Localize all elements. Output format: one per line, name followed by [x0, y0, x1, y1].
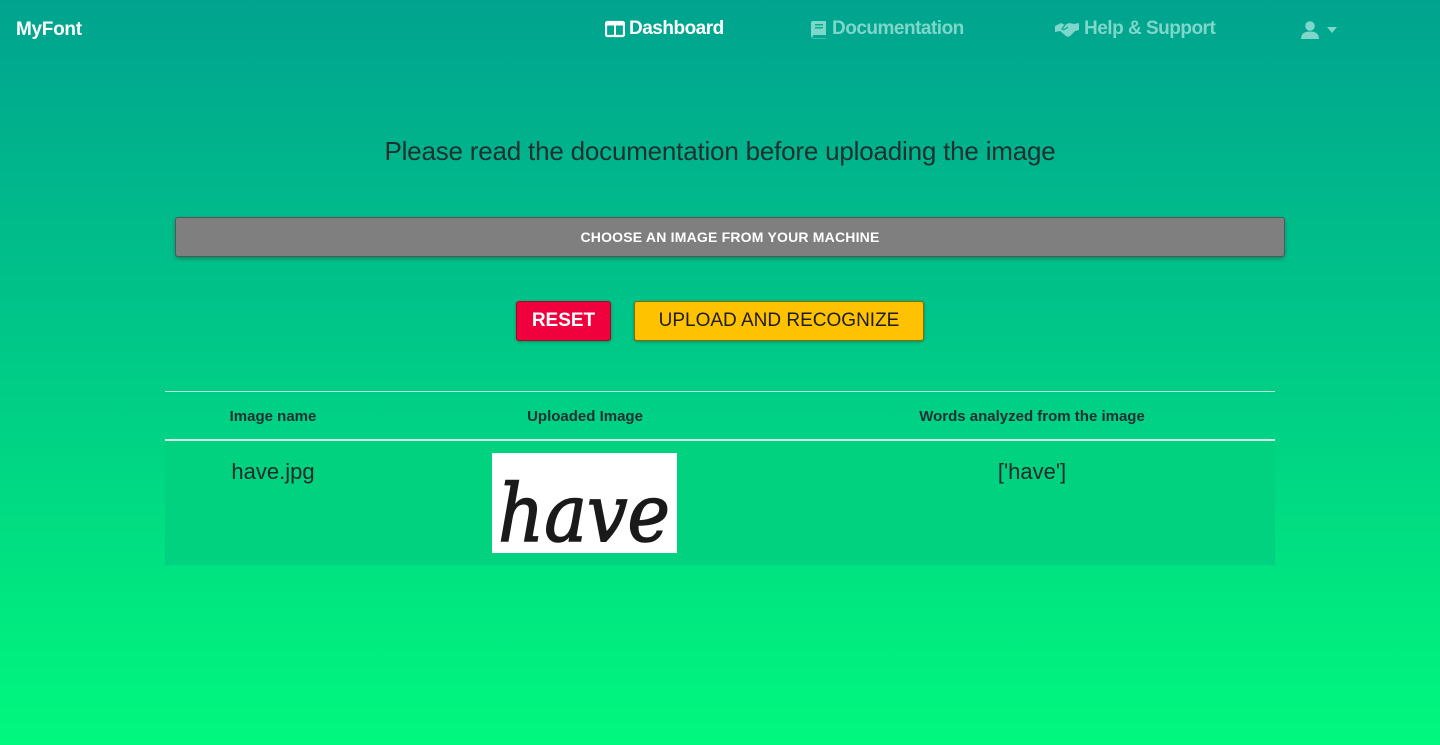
table-row: have.jpg have ['have'] [165, 441, 1275, 565]
nav-documentation[interactable]: Documentation [810, 18, 964, 40]
brand-logo[interactable]: MyFont [16, 19, 82, 41]
upload-recognize-button[interactable]: UPLOAD AND RECOGNIZE [634, 301, 924, 341]
reset-button[interactable]: RESET [516, 301, 611, 341]
book-icon [811, 20, 826, 38]
columns-icon [605, 20, 625, 38]
caret-down-icon [1327, 27, 1337, 33]
choose-image-button[interactable]: CHOOSE AN IMAGE FROM YOUR MACHINE [175, 217, 1285, 257]
handwriting-image: have [497, 466, 671, 553]
cell-words-analyzed: ['have'] [997, 459, 1067, 484]
user-icon [1301, 21, 1319, 39]
navbar: MyFont Dashboard Documentation Help & Su… [0, 0, 1440, 62]
header-image-name: Image name [229, 408, 317, 425]
page-headline: Please read the documentation before upl… [384, 136, 1056, 166]
nav-documentation-label: Documentation [832, 18, 964, 39]
user-menu[interactable] [1300, 20, 1338, 40]
handwriting-word: have [498, 467, 670, 553]
handshake-icon [1055, 23, 1079, 37]
results-table-header: Image name Uploaded Image Words analyzed… [165, 391, 1275, 441]
uploaded-image-thumbnail: have [492, 453, 677, 553]
nav-help-support[interactable]: Help & Support [1054, 18, 1216, 40]
header-uploaded-image: Uploaded Image [527, 408, 643, 425]
cell-image-name: have.jpg [231, 459, 315, 484]
nav-dashboard[interactable]: Dashboard [605, 18, 724, 40]
results-table: Image name Uploaded Image Words analyzed… [165, 391, 1275, 565]
nav-help-support-label: Help & Support [1084, 18, 1216, 39]
header-words-analyzed: Words analyzed from the image [919, 408, 1145, 425]
nav-dashboard-label: Dashboard [629, 18, 724, 39]
